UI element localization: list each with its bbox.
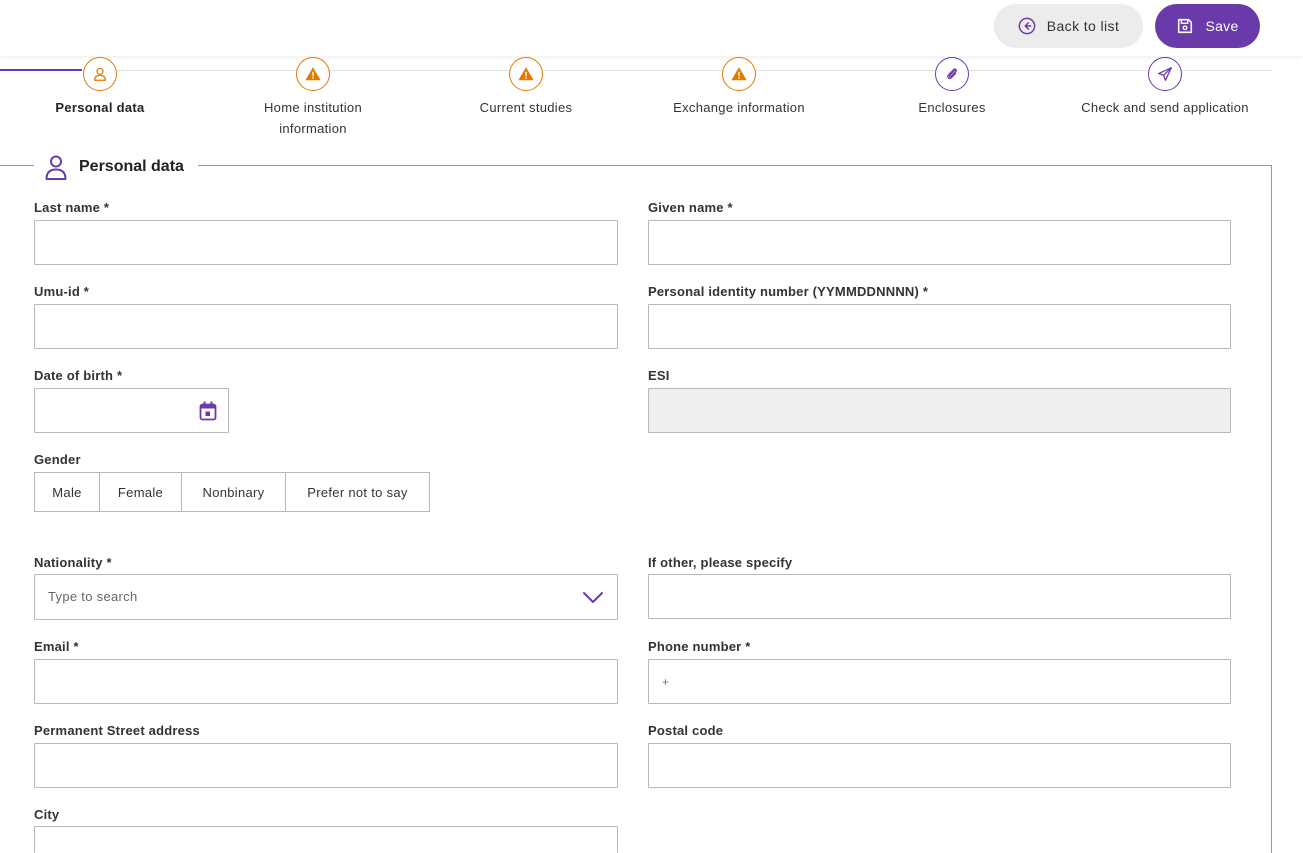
- postal-code-label: Postal code: [648, 723, 724, 738]
- save-label: Save: [1205, 18, 1239, 34]
- back-to-list-button[interactable]: Back to list: [994, 4, 1143, 48]
- warning-icon: [518, 67, 534, 81]
- step-label: Enclosures: [918, 100, 986, 115]
- date-of-birth-input[interactable]: [34, 388, 229, 433]
- gender-option-female[interactable]: Female: [99, 472, 182, 512]
- gender-selector: Male Female Nonbinary Prefer not to say: [34, 472, 430, 512]
- esi-label: ESI: [648, 368, 670, 383]
- section-title: Personal data: [79, 158, 184, 175]
- esi-input: [648, 388, 1231, 433]
- step-circle: [722, 57, 756, 91]
- step-label: Home institution information: [263, 100, 362, 136]
- given-name-input[interactable]: [648, 220, 1231, 265]
- gender-label: Gender: [34, 452, 81, 467]
- step-home-institution[interactable]: Home institution information: [213, 57, 413, 139]
- step-label: Personal data: [55, 100, 145, 115]
- step-circle: [935, 57, 969, 91]
- postal-code-input[interactable]: [648, 743, 1231, 788]
- umu-id-label: Umu-id *: [34, 284, 90, 299]
- step-circle: [83, 57, 117, 91]
- email-field[interactable]: [34, 659, 618, 704]
- step-label: Current studies: [479, 100, 573, 115]
- arrow-left-circle-icon: [1018, 17, 1036, 35]
- calendar-icon[interactable]: [199, 401, 217, 421]
- phone-label: Phone number *: [648, 639, 751, 654]
- gender-option-prefer-not-to-say[interactable]: Prefer not to say: [285, 472, 430, 512]
- step-check-and-send[interactable]: Check and send application: [1065, 57, 1265, 118]
- email-label: Email *: [34, 639, 79, 654]
- step-circle: [509, 57, 543, 91]
- step-label: Check and send application: [1081, 100, 1249, 115]
- paperclip-icon: [947, 68, 957, 80]
- nationality-placeholder: Type to search: [48, 589, 138, 604]
- warning-icon: [731, 67, 747, 81]
- nationality-select[interactable]: Type to search: [34, 574, 618, 620]
- step-circle: [1148, 57, 1182, 91]
- given-name-label: Given name *: [648, 200, 733, 215]
- nationality-label: Nationality *: [34, 555, 112, 570]
- last-name-input[interactable]: [34, 220, 618, 265]
- gender-option-nonbinary[interactable]: Nonbinary: [181, 472, 286, 512]
- other-nationality-label: If other, please specify: [648, 555, 793, 570]
- city-label: City: [34, 807, 60, 822]
- save-button[interactable]: Save: [1155, 4, 1260, 48]
- phone-input[interactable]: +: [648, 659, 1231, 704]
- chevron-down-icon[interactable]: [582, 588, 604, 606]
- city-input[interactable]: [34, 826, 618, 853]
- step-personal-data[interactable]: Personal data: [0, 57, 200, 118]
- other-nationality-input[interactable]: [648, 574, 1231, 619]
- date-of-birth-label: Date of birth *: [34, 368, 123, 383]
- step-label: Exchange information: [673, 100, 805, 115]
- street-address-input[interactable]: [34, 743, 618, 788]
- phone-placeholder: +: [662, 675, 670, 689]
- personal-id-label: Personal identity number (YYMMDDNNNN) *: [648, 284, 929, 299]
- umu-id-input[interactable]: [34, 304, 618, 349]
- send-icon: [1158, 67, 1172, 81]
- section-legend: Personal data: [34, 150, 198, 184]
- top-bar: Back to list Save: [0, 0, 1303, 56]
- street-address-label: Permanent Street address: [34, 723, 200, 738]
- step-exchange-information[interactable]: Exchange information: [639, 57, 839, 118]
- user-icon: [93, 67, 107, 81]
- step-current-studies[interactable]: Current studies: [426, 57, 626, 118]
- warning-icon: [305, 67, 321, 81]
- last-name-label: Last name *: [34, 200, 110, 215]
- personal-id-input[interactable]: [648, 304, 1231, 349]
- gender-option-male[interactable]: Male: [34, 472, 100, 512]
- back-to-list-label: Back to list: [1046, 18, 1120, 34]
- floppy-disk-icon: [1178, 18, 1193, 34]
- user-icon: [45, 155, 67, 180]
- step-circle: [296, 57, 330, 91]
- step-enclosures[interactable]: Enclosures: [852, 57, 1052, 118]
